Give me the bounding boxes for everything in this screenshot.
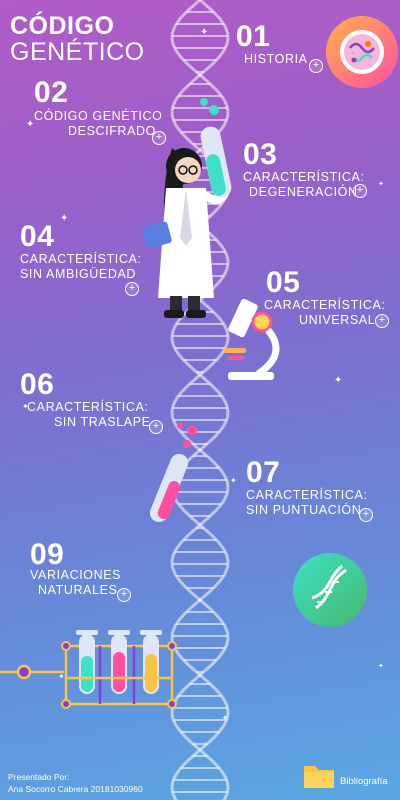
sparkle-icon: ✦ xyxy=(334,375,343,386)
section-01-label: HISTORIA xyxy=(244,52,308,66)
test-tube-icon xyxy=(200,98,232,198)
section-09-label-line1: VARIACIONES xyxy=(30,568,122,582)
section-07-number: 07 xyxy=(246,456,281,489)
section-09-label-line2: NATURALES xyxy=(38,583,118,597)
section-06-number: 06 xyxy=(20,368,55,401)
section-03-expand-button[interactable]: + xyxy=(353,184,367,198)
page-title-line2: GENÉTICO xyxy=(10,38,145,66)
sparkle-icon: ✦ xyxy=(60,213,69,224)
microscope-icon xyxy=(224,298,280,380)
section-09-number: 09 xyxy=(30,538,65,571)
section-07-expand-button[interactable]: + xyxy=(359,508,373,522)
section-06-label-line2: SIN TRASLAPE xyxy=(54,415,151,429)
section-05-label-line2: UNIVERSAL xyxy=(299,313,376,327)
section-04-expand-button[interactable]: + xyxy=(125,282,139,296)
dna-badge-icon xyxy=(293,553,367,627)
sparkle-icon: ✦ xyxy=(378,181,384,188)
footer-author: Ana Socorro Cabrera 20181030960 xyxy=(8,784,143,794)
test-tube-rack-icon xyxy=(0,630,177,709)
bacteria-badge-icon xyxy=(326,16,398,88)
section-01-expand-button[interactable]: + xyxy=(309,59,323,73)
sparkle-icon: ✦ xyxy=(58,672,65,681)
sparkle-icon: ✦ xyxy=(200,27,209,38)
section-06-label-line1: CARACTERÍSTICA: xyxy=(27,400,149,414)
folder-icon xyxy=(304,766,334,788)
section-03-number: 03 xyxy=(243,138,278,171)
section-04-number: 04 xyxy=(20,220,55,253)
section-07-label-line2: SIN PUNTUACIÓN xyxy=(246,503,362,517)
sparkle-icon: ✦ xyxy=(26,119,35,130)
section-04-label-line2: SIN AMBIGÜEDAD xyxy=(20,267,137,281)
section-04-label-line1: CARACTERÍSTICA: xyxy=(20,252,142,266)
section-03-label-line2: DEGENERACIÓN xyxy=(249,185,358,199)
section-09-expand-button[interactable]: + xyxy=(117,588,131,602)
test-tube-icon xyxy=(149,423,197,523)
section-03-label-line1: CARACTERÍSTICA: xyxy=(243,170,365,184)
section-02-number: 02 xyxy=(34,76,69,109)
section-01-number: 01 xyxy=(236,20,271,53)
bibliography-label: Bibliografía xyxy=(340,776,388,787)
sparkle-icon: ✦ xyxy=(230,476,237,485)
bibliography-button[interactable]: Bibliografía xyxy=(302,762,394,792)
section-07-label-line1: CARACTERÍSTICA: xyxy=(246,488,368,502)
infographic-canvas: CÓDIGO GENÉTICO 01 HISTORIA + 02 CÓDIGO … xyxy=(0,0,400,800)
page-title-line1: CÓDIGO xyxy=(10,12,115,40)
footer-presented-by: Presentado Por: xyxy=(8,772,70,782)
sparkle-icon: ✦ xyxy=(378,663,384,670)
sparkle-icon: ✦ xyxy=(222,715,228,722)
section-05-expand-button[interactable]: + xyxy=(375,314,389,328)
sparkle-icon: ✦ xyxy=(22,402,29,411)
